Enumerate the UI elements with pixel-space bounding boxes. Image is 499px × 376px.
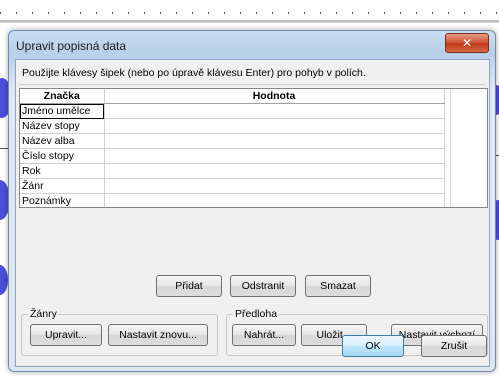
grid-divider: [450, 89, 451, 207]
ruler-bar: [0, 20, 499, 22]
value-cell[interactable]: [104, 193, 445, 207]
dialog-title: Upravit popisná data: [16, 39, 127, 53]
edit-genres-button[interactable]: Upravit...: [30, 324, 102, 346]
dialog-titlebar[interactable]: Upravit popisná data ✕: [9, 31, 495, 59]
table-row[interactable]: Poznámky: [20, 193, 445, 207]
tag-cell[interactable]: Jméno umělce: [20, 103, 105, 119]
ok-button[interactable]: OK: [342, 335, 404, 357]
table-row[interactable]: Číslo stopy: [20, 148, 445, 164]
load-template-button[interactable]: Nahrát...: [232, 324, 296, 346]
value-cell[interactable]: [104, 133, 445, 149]
template-group-label: Předloha: [233, 308, 280, 320]
tag-cell[interactable]: Žánr: [20, 178, 105, 194]
table-row[interactable]: Rok: [20, 163, 445, 179]
cancel-button[interactable]: Zrušit: [421, 335, 487, 357]
table-row[interactable]: Název stopy: [20, 118, 445, 134]
value-cell[interactable]: [104, 163, 445, 179]
instruction-text: Použijte klávesy šipek (nebo po úpravě k…: [22, 67, 366, 79]
genres-group-label: Žánry: [28, 308, 59, 320]
background-ruler: [0, 0, 499, 23]
tag-cell[interactable]: Rok: [20, 163, 105, 179]
close-button[interactable]: ✕: [445, 33, 489, 53]
table-header-row: Značka Hodnota: [20, 89, 445, 104]
value-cell[interactable]: [104, 118, 445, 134]
tag-cell[interactable]: Název stopy: [20, 118, 105, 134]
waveform-fragment: [0, 265, 8, 295]
tag-cell[interactable]: Poznámky: [20, 193, 105, 207]
remove-button[interactable]: Odstranit: [230, 275, 296, 297]
add-button[interactable]: Přidat: [156, 275, 222, 297]
reset-genres-button[interactable]: Nastavit znovu...: [108, 324, 208, 346]
close-icon: ✕: [461, 36, 473, 50]
tag-cell[interactable]: Číslo stopy: [20, 148, 105, 164]
table-row[interactable]: Žánr: [20, 178, 445, 194]
table-row[interactable]: Název alba: [20, 133, 445, 149]
ruler-ticks: [0, 12, 499, 14]
value-cell[interactable]: [104, 178, 445, 194]
tag-cell[interactable]: Název alba: [20, 133, 105, 149]
edit-metadata-dialog: Upravit popisná data ✕ Použijte klávesy …: [8, 30, 496, 372]
table-row[interactable]: Jméno umělce: [20, 103, 445, 119]
column-header-value[interactable]: Hodnota: [104, 89, 445, 104]
metadata-table: Značka Hodnota Jméno umělce Název stopy …: [20, 89, 445, 207]
dialog-client-area: Použijte klávesy šipek (nebo po úpravě k…: [15, 59, 490, 367]
metadata-grid[interactable]: Značka Hodnota Jméno umělce Název stopy …: [19, 88, 488, 208]
track-line: [0, 148, 8, 149]
value-cell[interactable]: [104, 148, 445, 164]
value-cell[interactable]: [104, 103, 445, 119]
clear-button[interactable]: Smazat: [305, 275, 371, 297]
column-header-tag[interactable]: Značka: [20, 89, 105, 104]
separator: [19, 84, 485, 85]
